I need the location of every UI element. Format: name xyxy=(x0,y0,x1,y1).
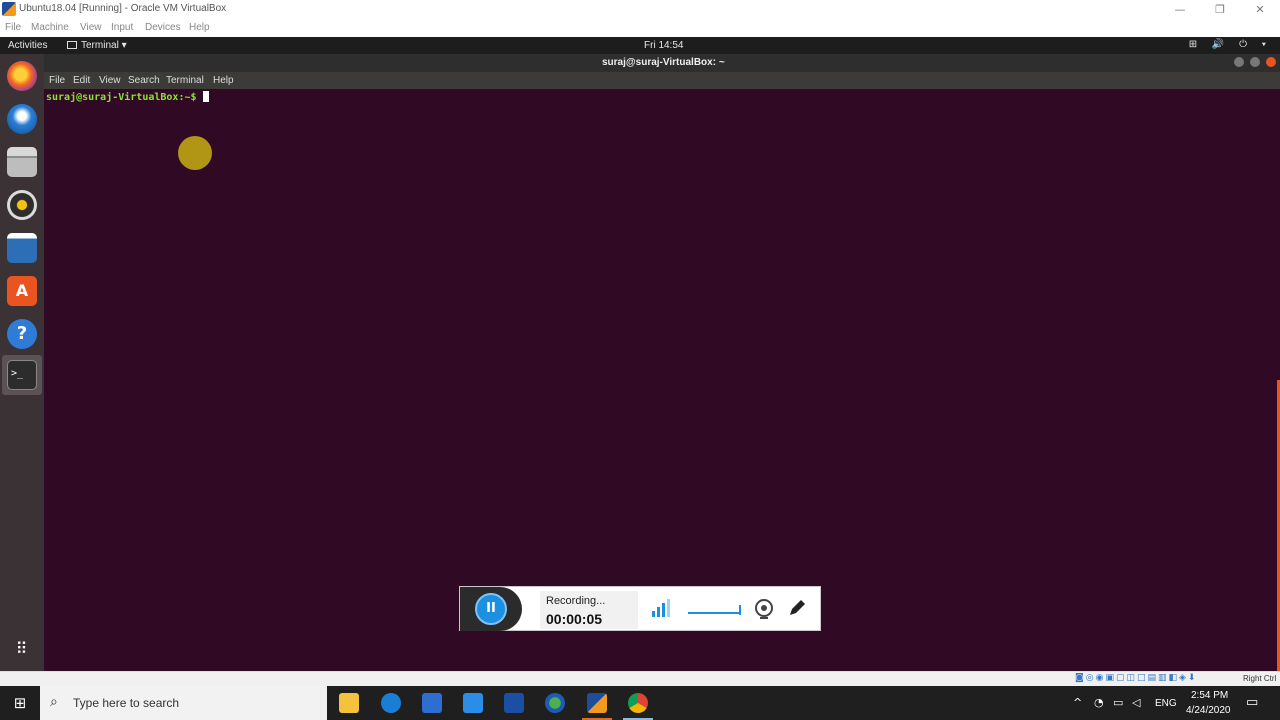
ubuntu-desktop: Activities Terminal ▾ Fri 14:54 ⊞ 🔊 ⏻ ▾ … xyxy=(0,37,1280,671)
minimize-button[interactable]: — xyxy=(1160,0,1200,19)
activities-button[interactable]: Activities xyxy=(8,40,47,51)
terminal-menu-help[interactable]: Help xyxy=(213,75,234,86)
notification-center-icon[interactable]: ▭ xyxy=(1246,695,1258,710)
menu-input[interactable]: Input xyxy=(111,22,133,33)
prompt-text: suraj@suraj-VirtualBox:~$ xyxy=(46,92,203,103)
menu-view[interactable]: View xyxy=(80,22,102,33)
edge-icon[interactable] xyxy=(381,693,401,713)
menu-machine[interactable]: Machine xyxy=(31,22,69,33)
recording-label: Recording... xyxy=(546,595,606,607)
file-explorer-icon[interactable] xyxy=(339,693,359,713)
libreoffice-writer-icon[interactable] xyxy=(7,233,37,263)
terminal-close-button[interactable] xyxy=(1266,57,1276,67)
vbox-status-bar: ◙◎◉▣▢◫□▤▥◧◈⬇ Right Ctrl xyxy=(0,671,1280,686)
eclipse-icon[interactable] xyxy=(545,693,565,713)
system-tray[interactable]: ⊞ 🔊 ⏻ ▾ xyxy=(1189,39,1272,50)
menu-devices[interactable]: Devices xyxy=(145,22,181,33)
store-icon[interactable] xyxy=(422,693,442,713)
terminal-titlebar: suraj@suraj-VirtualBox: ~ xyxy=(44,54,1280,72)
software-center-icon[interactable]: A xyxy=(7,276,37,306)
language-indicator[interactable]: ENG xyxy=(1155,698,1177,709)
host-key-label: Right Ctrl xyxy=(1243,674,1277,683)
files-icon[interactable] xyxy=(7,147,37,177)
gnome-top-bar: Activities Terminal ▾ Fri 14:54 ⊞ 🔊 ⏻ ▾ xyxy=(0,37,1280,54)
rhythmbox-icon[interactable] xyxy=(7,190,37,220)
chrome-icon[interactable] xyxy=(628,693,648,713)
menu-help[interactable]: Help xyxy=(189,22,210,33)
windows-start-icon[interactable]: ⊞ xyxy=(0,686,40,720)
terminal-menu-search[interactable]: Search xyxy=(128,75,160,86)
terminal-minimize-button[interactable] xyxy=(1234,57,1245,67)
devcpp-icon[interactable] xyxy=(504,693,524,713)
terminal-menu-edit[interactable]: Edit xyxy=(73,75,90,86)
firefox-icon[interactable] xyxy=(7,61,37,91)
show-hidden-icons-icon[interactable]: ^ xyxy=(1073,696,1082,709)
vbox-titlebar: Ubuntu18.04 [Running] - Oracle VM Virtua… xyxy=(0,0,1280,19)
taskbar-time[interactable]: 2:54 PM xyxy=(1191,690,1228,701)
screen-recorder-widget: II Recording... 00:00:05 xyxy=(459,586,821,631)
menu-file[interactable]: File xyxy=(5,22,21,33)
mouse-pointer-highlight xyxy=(178,136,212,170)
network-icon[interactable]: ◔ xyxy=(1094,696,1104,709)
recording-status: Recording... 00:00:05 xyxy=(540,591,638,629)
terminal-menu-view[interactable]: View xyxy=(99,75,121,86)
close-button[interactable]: ✕ xyxy=(1240,0,1280,19)
pause-icon[interactable]: II xyxy=(475,593,507,625)
clock[interactable]: Fri 14:54 xyxy=(644,40,683,51)
restore-button[interactable]: ❐ xyxy=(1200,0,1240,19)
volume-icon[interactable]: ◁ xyxy=(1132,696,1140,709)
mail-icon[interactable] xyxy=(463,693,483,713)
shell-prompt: suraj@suraj-VirtualBox:~$ xyxy=(46,91,209,103)
volume-slider-icon[interactable] xyxy=(686,597,744,621)
text-cursor xyxy=(202,91,209,102)
audio-level-icon[interactable] xyxy=(650,597,672,621)
windows-taskbar: ⊞ ⌕ Type here to search ^ ◔ ▭ ◁ ENG 2:54… xyxy=(0,686,1280,720)
help-icon[interactable]: ? xyxy=(7,319,37,349)
thunderbird-icon[interactable] xyxy=(7,104,37,134)
search-icon: ⌕ xyxy=(50,694,58,710)
vbox-device-icons[interactable]: ◙◎◉▣▢◫□▤▥◧◈⬇ xyxy=(1075,673,1197,683)
terminal-maximize-button[interactable] xyxy=(1250,57,1261,67)
vbox-menubar: File Machine View Input Devices Help xyxy=(0,19,1280,37)
search-placeholder: Type here to search xyxy=(73,696,180,710)
app-menu-label: Terminal ▾ xyxy=(81,40,127,51)
terminal-menu-terminal[interactable]: Terminal xyxy=(166,75,204,86)
terminal-menu-file[interactable]: File xyxy=(49,75,65,86)
virtualbox-taskbar-icon[interactable] xyxy=(587,693,607,713)
terminal-icon xyxy=(67,41,77,49)
taskbar-search[interactable]: ⌕ Type here to search xyxy=(40,686,327,720)
virtualbox-app-icon xyxy=(2,2,16,16)
battery-icon[interactable]: ▭ xyxy=(1113,696,1123,709)
terminal-dock-icon[interactable]: >_ xyxy=(7,360,37,390)
ubuntu-dock: A ? >_ ⠿ xyxy=(0,54,44,671)
terminal-output[interactable]: suraj@suraj-VirtualBox:~$ xyxy=(44,89,1280,671)
pen-icon[interactable] xyxy=(786,597,808,621)
window-title: Ubuntu18.04 [Running] - Oracle VM Virtua… xyxy=(19,3,227,14)
show-applications-icon[interactable]: ⠿ xyxy=(7,634,37,664)
terminal-title: suraj@suraj-VirtualBox: ~ xyxy=(602,57,725,68)
webcam-icon[interactable] xyxy=(752,597,776,621)
taskbar-date[interactable]: 4/24/2020 xyxy=(1186,705,1231,716)
app-menu[interactable]: Terminal ▾ xyxy=(67,40,127,51)
terminal-menubar: File Edit View Search Terminal Help xyxy=(44,72,1280,89)
recording-timer: 00:00:05 xyxy=(546,611,603,627)
